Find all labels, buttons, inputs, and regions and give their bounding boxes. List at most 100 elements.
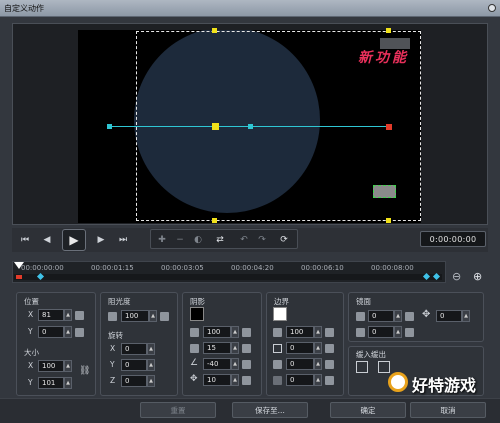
border-width-spinner[interactable]: ▲ bbox=[314, 342, 322, 354]
link-icon[interactable]: ⛓ bbox=[79, 366, 90, 376]
mirror-distance-spinner[interactable]: ▲ bbox=[462, 310, 470, 322]
dropdown-icon[interactable] bbox=[325, 344, 334, 353]
help-icon[interactable] bbox=[488, 4, 496, 12]
shadow-color-swatch[interactable] bbox=[190, 307, 204, 321]
dropdown-icon[interactable] bbox=[325, 360, 334, 369]
keyframe-toolbar: ✚ − ◐ ⇄ ↶ ↷ ⟳ bbox=[150, 229, 298, 249]
position-x-spinner[interactable]: ▲ bbox=[64, 309, 72, 321]
dropdown-icon[interactable] bbox=[242, 328, 251, 337]
previous-frame-icon[interactable]: ◀ bbox=[40, 233, 54, 247]
border-opacity-spinner[interactable]: ▲ bbox=[314, 326, 322, 338]
size-y-field[interactable]: 101 bbox=[38, 377, 64, 389]
timecode-display[interactable]: 0:00:00:00 bbox=[420, 231, 486, 247]
dropdown-icon[interactable] bbox=[160, 312, 169, 321]
play-button[interactable]: ▶ bbox=[62, 229, 86, 251]
position-y-spinner[interactable]: ▲ bbox=[64, 326, 72, 338]
handle-top-right[interactable] bbox=[386, 28, 391, 33]
mirror-label: 镜面 bbox=[356, 297, 371, 306]
swap-icon[interactable]: ⇄ bbox=[213, 233, 227, 247]
reset-button[interactable]: 重置 bbox=[140, 402, 216, 418]
mirror-blur-field[interactable]: 0 bbox=[368, 326, 394, 338]
opacity-field[interactable]: 100 bbox=[121, 310, 149, 322]
shadow-angle-spinner[interactable]: ▲ bbox=[231, 358, 239, 370]
start-point-handle[interactable] bbox=[107, 124, 112, 129]
rotation-label: 旋转 bbox=[108, 331, 123, 340]
next-frame-icon[interactable]: ▶ bbox=[94, 233, 108, 247]
zoom-in-icon[interactable]: ⊕ bbox=[473, 270, 482, 283]
dropdown-icon[interactable] bbox=[242, 344, 251, 353]
dropdown-icon[interactable] bbox=[242, 376, 251, 385]
reverse-icon[interactable]: ◐ bbox=[191, 233, 205, 247]
dropdown-icon[interactable] bbox=[75, 328, 84, 337]
shadow-angle-field[interactable]: -40 bbox=[203, 358, 231, 370]
mirror-distance-field[interactable]: 0 bbox=[436, 310, 462, 322]
border-color-swatch[interactable] bbox=[273, 307, 287, 321]
handle-bottom[interactable] bbox=[212, 218, 217, 223]
fade-in-icon[interactable] bbox=[356, 361, 368, 373]
move-right-icon[interactable]: ↷ bbox=[255, 233, 269, 247]
border-blur-field[interactable]: 0 bbox=[286, 358, 314, 370]
border-softness-spinner[interactable]: ▲ bbox=[314, 374, 322, 386]
keyframe-track[interactable] bbox=[14, 274, 442, 280]
position-y-field[interactable]: 0 bbox=[38, 326, 64, 338]
add-keyframe-icon[interactable]: ✚ bbox=[155, 233, 169, 247]
border-width-field[interactable]: 0 bbox=[286, 342, 314, 354]
end-point-handle[interactable] bbox=[386, 124, 392, 130]
shadow-distance-spinner[interactable]: ▲ bbox=[231, 374, 239, 386]
dropdown-icon[interactable] bbox=[325, 328, 334, 337]
move-left-icon[interactable]: ↶ bbox=[237, 233, 251, 247]
handle-bottom-right[interactable] bbox=[386, 218, 391, 223]
rotation-x-field[interactable]: 0 bbox=[121, 343, 147, 355]
position-x-field[interactable]: 81 bbox=[38, 309, 64, 321]
mirror-blur-spinner[interactable]: ▲ bbox=[394, 326, 402, 338]
dropdown-icon[interactable] bbox=[405, 312, 414, 321]
shadow-opacity-field[interactable]: 100 bbox=[203, 326, 231, 338]
playhead[interactable] bbox=[14, 262, 24, 269]
go-to-start-icon[interactable]: ⏮ bbox=[18, 233, 32, 247]
handle-top[interactable] bbox=[212, 28, 217, 33]
delete-keyframe-icon[interactable]: − bbox=[173, 233, 187, 247]
dropdown-icon[interactable] bbox=[405, 328, 414, 337]
mirror-opacity-spinner[interactable]: ▲ bbox=[394, 310, 402, 322]
ok-button[interactable]: 确定 bbox=[330, 402, 406, 418]
title-bar: 自定义动作 bbox=[0, 0, 500, 17]
rotation-x-spinner[interactable]: ▲ bbox=[147, 343, 155, 355]
refresh-icon[interactable]: ⟳ bbox=[277, 233, 291, 247]
opacity-spinner[interactable]: ▲ bbox=[149, 310, 157, 322]
mid-point-handle[interactable] bbox=[248, 124, 253, 129]
shadow-opacity-spinner[interactable]: ▲ bbox=[231, 326, 239, 338]
dropdown-icon[interactable] bbox=[325, 376, 334, 385]
mirror-opacity-icon bbox=[356, 312, 365, 321]
tick-label: 00:00:06:10 bbox=[301, 264, 344, 272]
border-blur-icon bbox=[273, 360, 282, 369]
rotation-z-spinner[interactable]: ▲ bbox=[147, 375, 155, 387]
cancel-button[interactable]: 取消 bbox=[410, 402, 486, 418]
mirror-blur-icon bbox=[356, 328, 365, 337]
position-label: 位置 bbox=[24, 297, 39, 306]
shadow-distance-field[interactable]: 10 bbox=[203, 374, 231, 386]
rotation-y-spinner[interactable]: ▲ bbox=[147, 359, 155, 371]
border-blur-spinner[interactable]: ▲ bbox=[314, 358, 322, 370]
go-to-end-icon[interactable]: ⏭ bbox=[116, 233, 130, 247]
fade-out-icon[interactable] bbox=[378, 361, 390, 373]
border-label: 边界 bbox=[274, 297, 289, 306]
position-x-label: X bbox=[28, 310, 34, 319]
shadow-blur-field[interactable]: 15 bbox=[203, 342, 231, 354]
size-x-spinner[interactable]: ▲ bbox=[64, 360, 72, 372]
rotation-z-field[interactable]: 0 bbox=[121, 375, 147, 387]
rotation-y-field[interactable]: 0 bbox=[121, 359, 147, 371]
shadow-blur-spinner[interactable]: ▲ bbox=[231, 342, 239, 354]
zoom-out-icon[interactable]: ⊖ bbox=[452, 270, 461, 283]
mirror-opacity-field[interactable]: 0 bbox=[368, 310, 394, 322]
size-y-spinner[interactable]: ▲ bbox=[64, 377, 72, 389]
border-softness-field[interactable]: 0 bbox=[286, 374, 314, 386]
size-x-field[interactable]: 100 bbox=[38, 360, 64, 372]
border-opacity-field[interactable]: 100 bbox=[286, 326, 314, 338]
dropdown-icon[interactable] bbox=[242, 360, 251, 369]
border-width-icon bbox=[273, 344, 282, 353]
save-as-button[interactable]: 保存至... bbox=[232, 402, 308, 418]
fade-label: 缓入缓出 bbox=[356, 350, 386, 359]
dropdown-icon[interactable] bbox=[75, 311, 84, 320]
center-handle[interactable] bbox=[212, 123, 219, 130]
keyframe-marker[interactable] bbox=[16, 275, 22, 279]
